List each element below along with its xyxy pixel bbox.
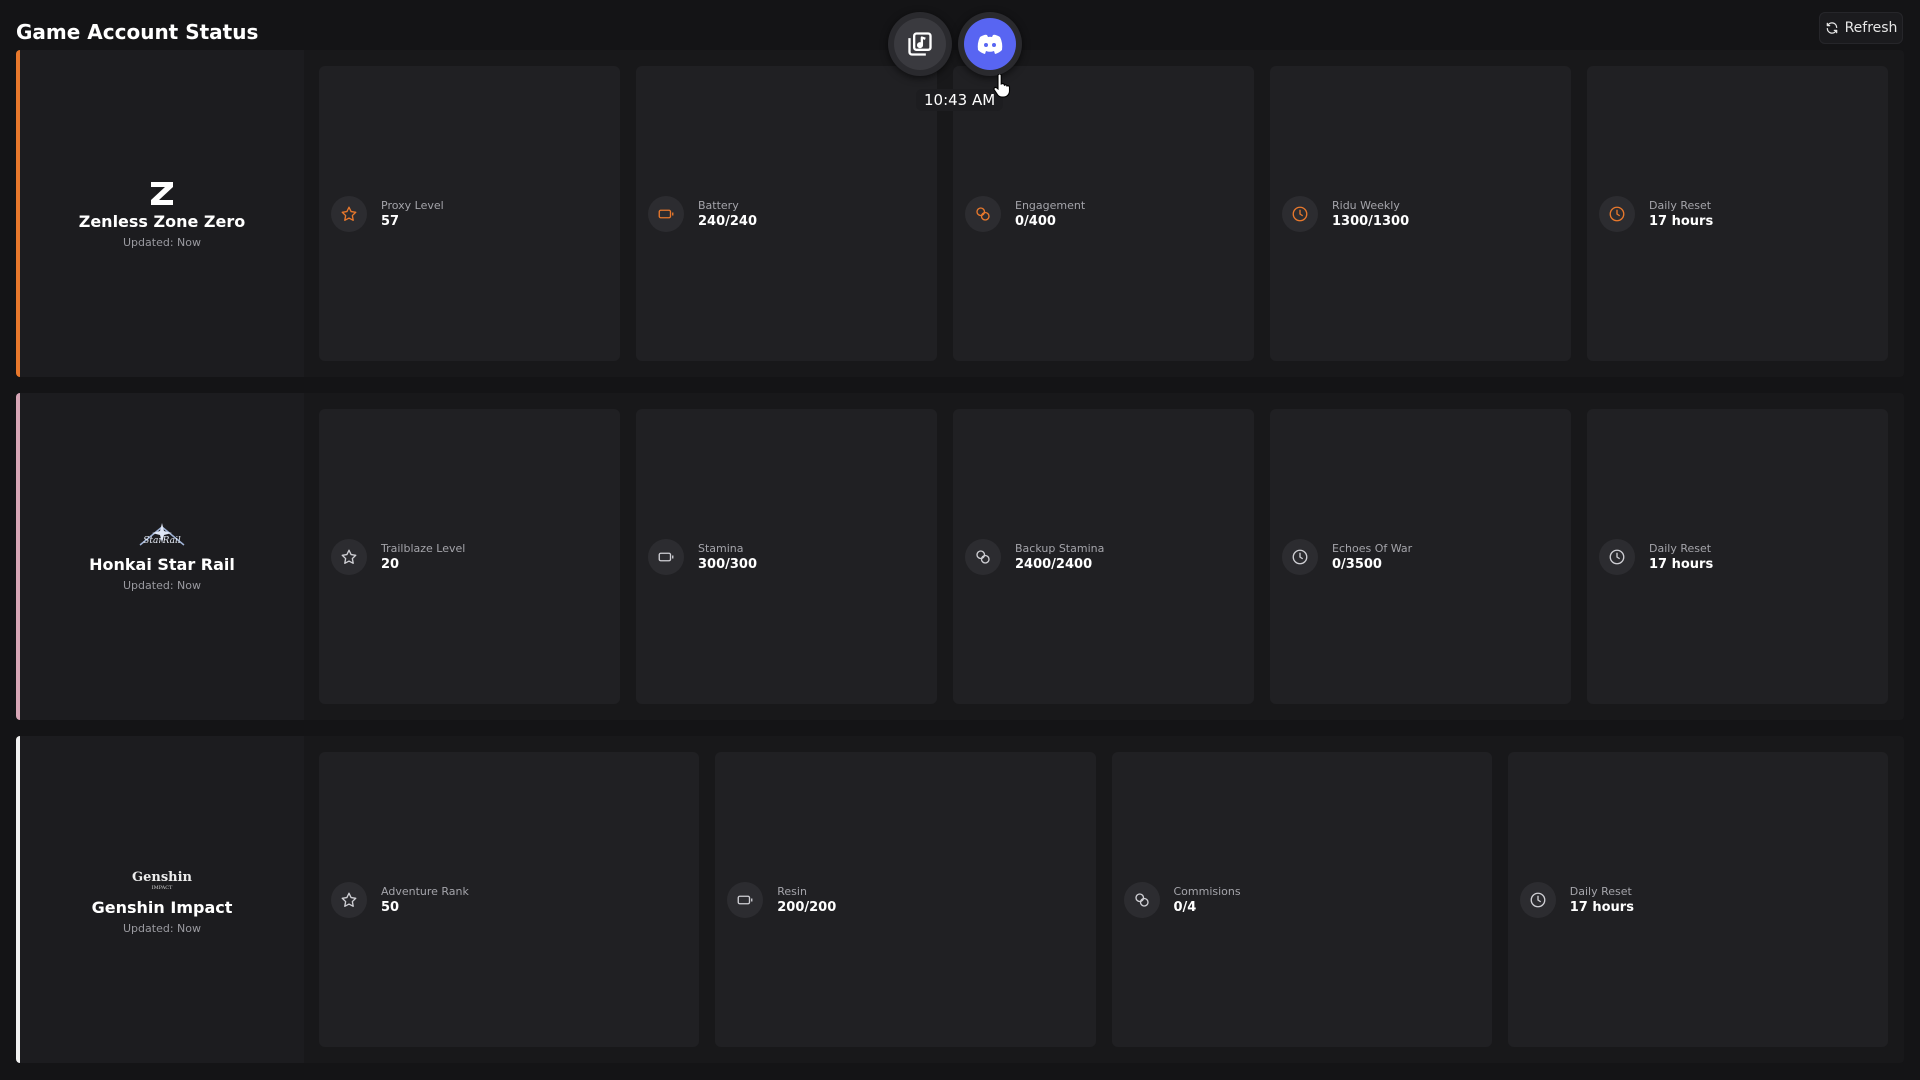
- stat-label: Echoes Of War: [1332, 541, 1413, 555]
- game-name: Honkai Star Rail: [89, 555, 235, 574]
- music-library-icon: [894, 18, 946, 70]
- stat-card-stamina: Stamina 300/300: [636, 409, 937, 704]
- game-row-hsr: StarRail Honkai Star Rail Updated: Now T…: [16, 393, 1904, 720]
- star-icon: [331, 538, 367, 575]
- refresh-button[interactable]: Refresh: [1819, 12, 1903, 44]
- stat-value: 200/200: [777, 899, 837, 915]
- stat-value: 300/300: [698, 556, 758, 572]
- stat-card-daily-reset: Daily Reset 17 hours: [1587, 409, 1888, 704]
- stat-card-ridu-weekly: Ridu Weekly 1300/1300: [1270, 66, 1571, 361]
- svg-text:Genshin: Genshin: [132, 870, 193, 885]
- stat-value: 17 hours: [1569, 899, 1634, 915]
- stat-card-adventure-rank: Adventure Rank 50: [319, 752, 700, 1047]
- discord-button[interactable]: [958, 12, 1022, 76]
- stat-label: Resin: [777, 884, 807, 898]
- stat-value: 57: [381, 213, 400, 229]
- stat-label: Daily Reset: [1649, 541, 1712, 555]
- coins-icon: [965, 195, 1001, 232]
- stat-label: Proxy Level: [381, 198, 444, 212]
- battery-icon: [727, 881, 764, 918]
- stat-label: Ridu Weekly: [1332, 198, 1400, 212]
- stat-card-echoes-of-war: Echoes Of War 0/3500: [1270, 409, 1571, 704]
- stat-value: 17 hours: [1649, 213, 1714, 229]
- stat-card-daily-reset: Daily Reset 17 hours: [1507, 752, 1888, 1047]
- stat-card-battery: Battery 240/240: [636, 66, 937, 361]
- pointer-cursor-icon: [993, 74, 1011, 98]
- hsr-logo: StarRail: [132, 521, 192, 551]
- coins-icon: [965, 538, 1001, 575]
- clock-icon: [1282, 538, 1318, 575]
- stat-value: 1300/1300: [1332, 213, 1410, 229]
- zzz-logo: [147, 178, 177, 208]
- stat-label: Battery: [698, 198, 739, 212]
- battery-icon: [648, 195, 684, 232]
- clock-icon: [1599, 195, 1635, 232]
- clock-icon: [1282, 195, 1318, 232]
- stat-label: Daily Reset: [1569, 884, 1632, 898]
- stat-value: 0/4: [1173, 899, 1197, 915]
- stat-cards: Trailblaze Level 20 Stamina 300/300 Back…: [319, 409, 1888, 704]
- star-icon: [331, 195, 367, 232]
- game-row-genshin: Genshin IMPACT Genshin Impact Updated: N…: [16, 736, 1904, 1063]
- stat-value: 2400/2400: [1015, 556, 1093, 572]
- svg-text:IMPACT: IMPACT: [152, 885, 173, 891]
- stat-value: 0/400: [1015, 213, 1056, 229]
- star-icon: [331, 881, 367, 918]
- game-updated: Updated: Now: [123, 236, 201, 249]
- stat-card-daily-reset: Daily Reset 17 hours: [1587, 66, 1888, 361]
- refresh-icon: [1826, 22, 1837, 34]
- games-list: Zenless Zone Zero Updated: Now Proxy Lev…: [16, 50, 1904, 1079]
- page-title: Game Account Status: [16, 20, 259, 44]
- stat-value: 17 hours: [1649, 556, 1714, 572]
- stat-label: Daily Reset: [1649, 198, 1712, 212]
- game-name: Zenless Zone Zero: [78, 212, 246, 231]
- game-updated: Updated: Now: [123, 579, 201, 592]
- stat-label: Trailblaze Level: [381, 541, 466, 555]
- game-info: StarRail Honkai Star Rail Updated: Now: [20, 393, 304, 720]
- genshin-logo: Genshin IMPACT: [129, 864, 195, 894]
- stat-label: Stamina: [698, 541, 744, 555]
- battery-icon: [648, 538, 684, 575]
- overlay-time: 10:43 AM: [916, 89, 1004, 111]
- clock-icon: [1519, 881, 1556, 918]
- stat-value: 0/3500: [1332, 556, 1382, 572]
- game-info: Genshin IMPACT Genshin Impact Updated: N…: [20, 736, 304, 1063]
- stat-cards: Proxy Level 57 Battery 240/240 Engagemen…: [319, 66, 1888, 361]
- stat-label: Backup Stamina: [1015, 541, 1105, 555]
- stat-card-proxy-level: Proxy Level 57: [319, 66, 620, 361]
- discord-icon: [964, 18, 1016, 70]
- stat-value: 20: [381, 556, 400, 572]
- game-name: Genshin Impact: [91, 898, 233, 917]
- stat-card-resin: Resin 200/200: [715, 752, 1096, 1047]
- stat-card-commisions: Commisions 0/4: [1111, 752, 1492, 1047]
- stat-value: 240/240: [698, 213, 758, 229]
- stat-card-backup-stamina: Backup Stamina 2400/2400: [953, 409, 1254, 704]
- svg-text:StarRail: StarRail: [143, 536, 181, 546]
- game-info: Zenless Zone Zero Updated: Now: [20, 50, 304, 377]
- music-button[interactable]: [888, 12, 952, 76]
- stat-label: Adventure Rank: [381, 884, 469, 898]
- refresh-label: Refresh: [1844, 20, 1898, 36]
- clock-icon: [1599, 538, 1635, 575]
- stat-value: 50: [381, 899, 400, 915]
- stat-card-trailblaze-level: Trailblaze Level 20: [319, 409, 620, 704]
- stat-label: Commisions: [1173, 884, 1241, 898]
- coins-icon: [1123, 881, 1160, 918]
- game-updated: Updated: Now: [123, 922, 201, 935]
- stat-label: Engagement: [1015, 198, 1086, 212]
- stat-cards: Adventure Rank 50 Resin 200/200 Commisio…: [319, 752, 1888, 1047]
